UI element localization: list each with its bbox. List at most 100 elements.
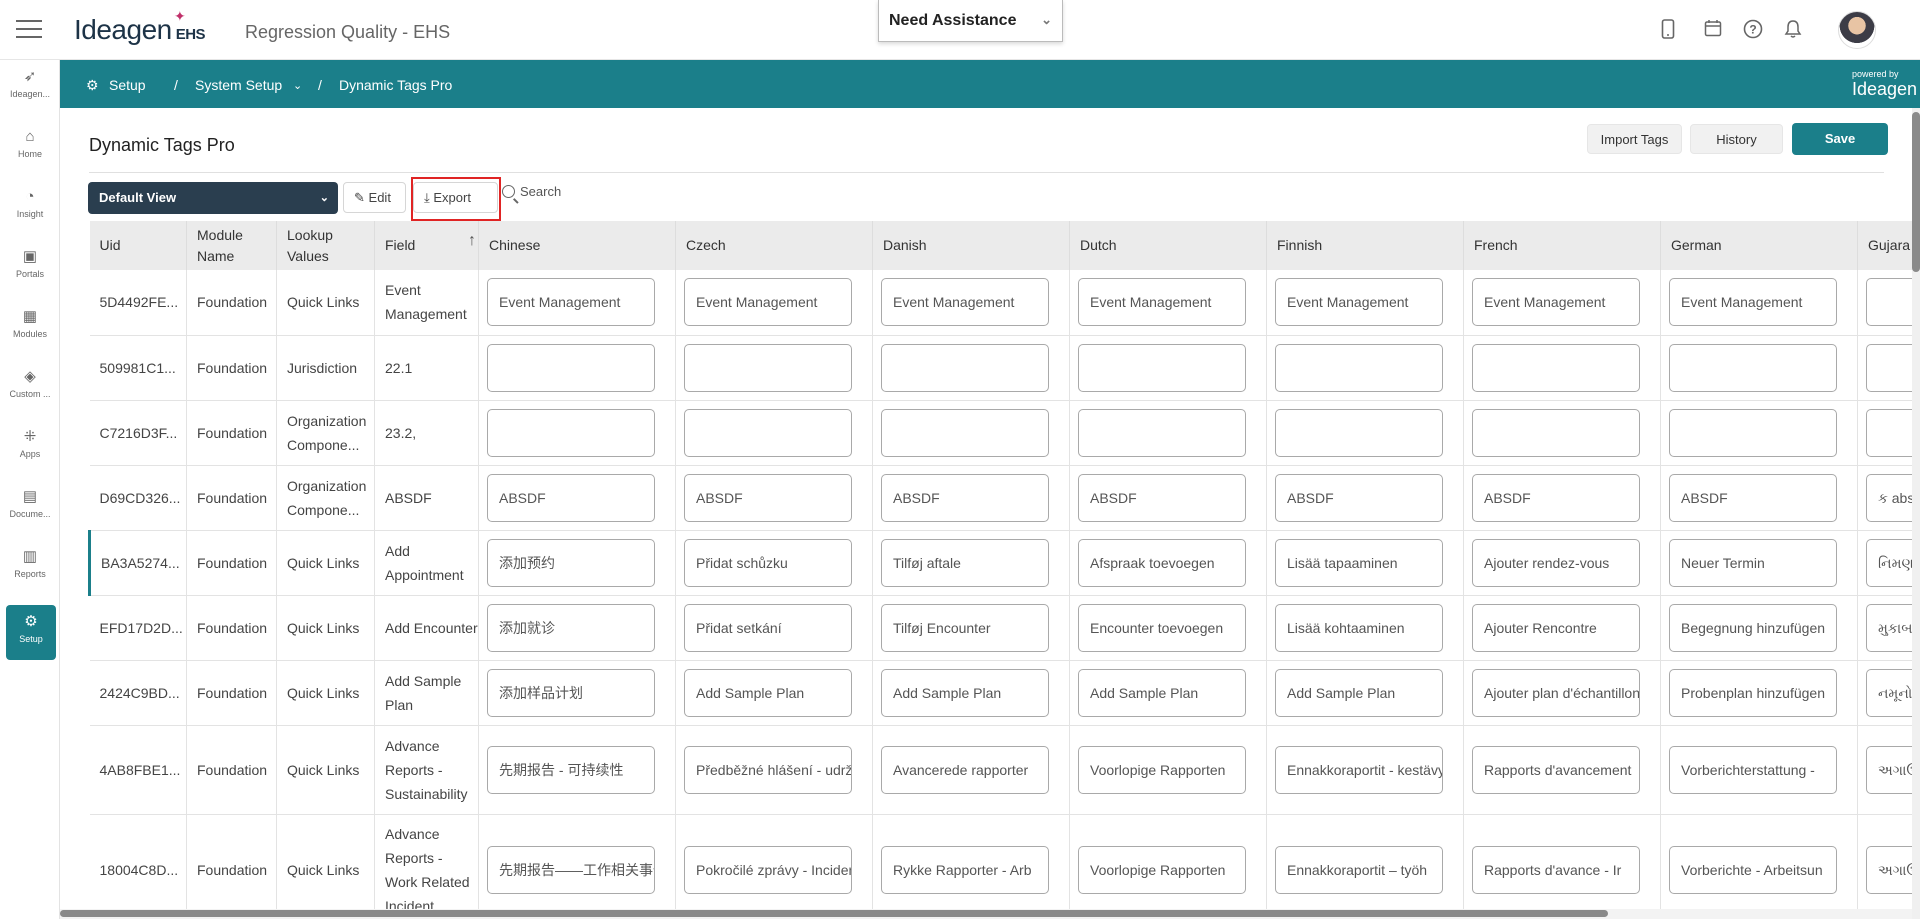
search-input[interactable]: Search [502,184,561,199]
sidebar-item-apps[interactable]: ⁜ Apps [0,420,60,472]
translation-input[interactable] [487,408,655,457]
translation-input[interactable]: Event Management [1078,278,1246,327]
column-header[interactable]: German [1660,221,1858,270]
translation-input[interactable] [1275,408,1443,457]
breadcrumb-setup[interactable]: Setup [109,77,146,93]
column-header[interactable]: Lookup Values [276,221,375,270]
translation-input[interactable]: Pokročilé zprávy - Incident [684,845,852,894]
translation-input[interactable]: Event Management [1275,278,1443,327]
column-header[interactable]: Czech [675,221,873,270]
import-tags-button[interactable]: Import Tags [1587,124,1682,154]
column-header[interactable]: Module Name [186,221,277,270]
translation-input[interactable]: ABSDF [1669,473,1837,522]
translation-input[interactable] [881,408,1049,457]
table-row[interactable]: D69CD326... Foundation Organization Compon… [89,465,1920,531]
translation-input[interactable]: Vorberichte - Arbeitsun [1669,845,1837,894]
need-assistance-dropdown[interactable]: Need Assistance ⌄ [878,0,1063,42]
column-header[interactable]: Gujara [1857,221,1920,270]
translation-input[interactable]: Avancerede rapporter [881,745,1049,794]
translation-input[interactable]: Afspraak toevoegen [1078,538,1246,587]
translation-input[interactable]: 添加预约 [487,538,655,587]
avatar[interactable] [1838,11,1876,49]
translation-input[interactable]: Ennakkoraportit – työh [1275,845,1443,894]
translation-input[interactable]: Tilføj Encounter [881,603,1049,652]
table-row[interactable]: BA3A5274... Foundation Quick Links Add Appo… [88,530,1920,596]
chevron-down-icon[interactable]: ⌄ [293,79,302,92]
vertical-scroll-thumb[interactable] [1912,112,1920,272]
column-header[interactable]: Dutch [1069,221,1267,270]
translation-input[interactable] [1078,343,1246,392]
translation-input[interactable]: Event Management [1472,278,1640,327]
app-logo[interactable]: Ideagen ✦ EHS [74,8,206,46]
sidebar-item-custom[interactable]: ◈ Custom ... [0,360,60,412]
translation-input[interactable] [684,408,852,457]
table-row[interactable]: EFD17D2D... Foundation Quick Links Add Enco… [89,595,1920,661]
translation-input[interactable]: Encounter toevoegen [1078,603,1246,652]
column-header[interactable]: Field [374,221,479,270]
sidebar-item-insight[interactable]: ◔ Insight [0,180,60,232]
translation-input[interactable]: ABSDF [1078,473,1246,522]
sidebar-item-setup[interactable]: ⚙ Setup [6,605,56,660]
column-header[interactable]: French [1463,221,1661,270]
translation-input[interactable]: Voorlopige Rapporten [1078,745,1246,794]
menu-icon[interactable] [16,20,42,38]
breadcrumb-system-setup[interactable]: System Setup [195,77,282,93]
table-row[interactable]: 509981C1... Foundation Jurisdiction 22.1 [89,335,1920,401]
translation-input[interactable] [881,343,1049,392]
bell-icon[interactable] [1782,19,1804,41]
translation-input[interactable]: Rapports d'avance - Ir [1472,845,1640,894]
sidebar-item-portals[interactable]: ▣ Portals [0,240,60,292]
sidebar-item-ideagen[interactable]: ➶ Ideagen... [0,60,60,112]
view-select[interactable]: Default View ⌄ [88,182,338,214]
sort-arrow-icon[interactable]: ↑ [468,232,476,250]
translation-input[interactable]: Vorberichterstattung - [1669,745,1837,794]
translation-input[interactable]: Rykke Rapporter - Arb [881,845,1049,894]
translation-input[interactable] [684,343,852,392]
translation-input[interactable]: Přidat setkání [684,603,852,652]
save-button[interactable]: Save [1792,123,1888,155]
translation-input[interactable]: ABSDF [487,473,655,522]
mobile-icon[interactable] [1657,19,1679,41]
translation-input[interactable] [487,343,655,392]
translation-input[interactable]: Event Management [684,278,852,327]
horizontal-scroll-thumb[interactable] [60,910,1608,917]
column-header[interactable]: Chinese [478,221,676,270]
translation-input[interactable] [1275,343,1443,392]
translation-input[interactable]: ABSDF [881,473,1049,522]
sidebar-item-reports[interactable]: ▥ Reports [0,540,60,592]
translation-input[interactable]: Probenplan hinzufügen [1669,668,1837,717]
translation-input[interactable]: Lisää tapaaminen [1275,538,1443,587]
table-row[interactable]: C7216D3F... Foundation Organization Compon… [89,400,1920,466]
translation-input[interactable]: 添加样品计划 [487,668,655,717]
sidebar-item-modules[interactable]: ▦ Modules [0,300,60,352]
translation-input[interactable]: Add Sample Plan [684,668,852,717]
translation-input[interactable]: Předběžné hlášení - udržitelnost [684,745,852,794]
translation-input[interactable]: Přidat schůzku [684,538,852,587]
translation-input[interactable] [1472,408,1640,457]
translation-input[interactable]: Ajouter Rencontre [1472,603,1640,652]
calendar-icon[interactable] [1702,19,1724,41]
translation-input[interactable]: Event Management [1669,278,1837,327]
translation-input[interactable]: Event Management [881,278,1049,327]
translation-input[interactable] [1669,408,1837,457]
translation-input[interactable]: Rapports d'avancement [1472,745,1640,794]
translation-input[interactable]: 先期报告 - 可持续性 [487,745,655,794]
column-header[interactable]: Danish [872,221,1070,270]
translation-input[interactable]: 先期报告——工作相关事件 [487,845,655,894]
translation-input[interactable]: Ajouter rendez-vous [1472,538,1640,587]
translation-input[interactable]: Ennakkoraportit - kestävyys [1275,745,1443,794]
sidebar-item-home[interactable]: ⌂ Home [0,120,60,172]
table-row[interactable]: 18004C8D... Foundation Quick Links Advance … [89,814,1920,909]
translation-input[interactable] [1472,343,1640,392]
translation-input[interactable]: Add Sample Plan [1275,668,1443,717]
table-row[interactable]: 5D4492FE... Foundation Quick Links Event Ma… [89,270,1920,336]
translation-input[interactable]: Tilføj aftale [881,538,1049,587]
translation-input[interactable]: ABSDF [684,473,852,522]
translation-input[interactable]: ABSDF [1275,473,1443,522]
history-button[interactable]: History [1690,124,1783,154]
column-header[interactable]: Uid [89,221,187,270]
sidebar-item-documents[interactable]: ▤ Docume... [0,480,60,532]
table-row[interactable]: 4AB8FBE1... Foundation Quick Links Advance … [89,725,1920,815]
translation-input[interactable]: Ajouter plan d'échantillonnage [1472,668,1640,717]
translation-input[interactable]: Event Management [487,278,655,327]
